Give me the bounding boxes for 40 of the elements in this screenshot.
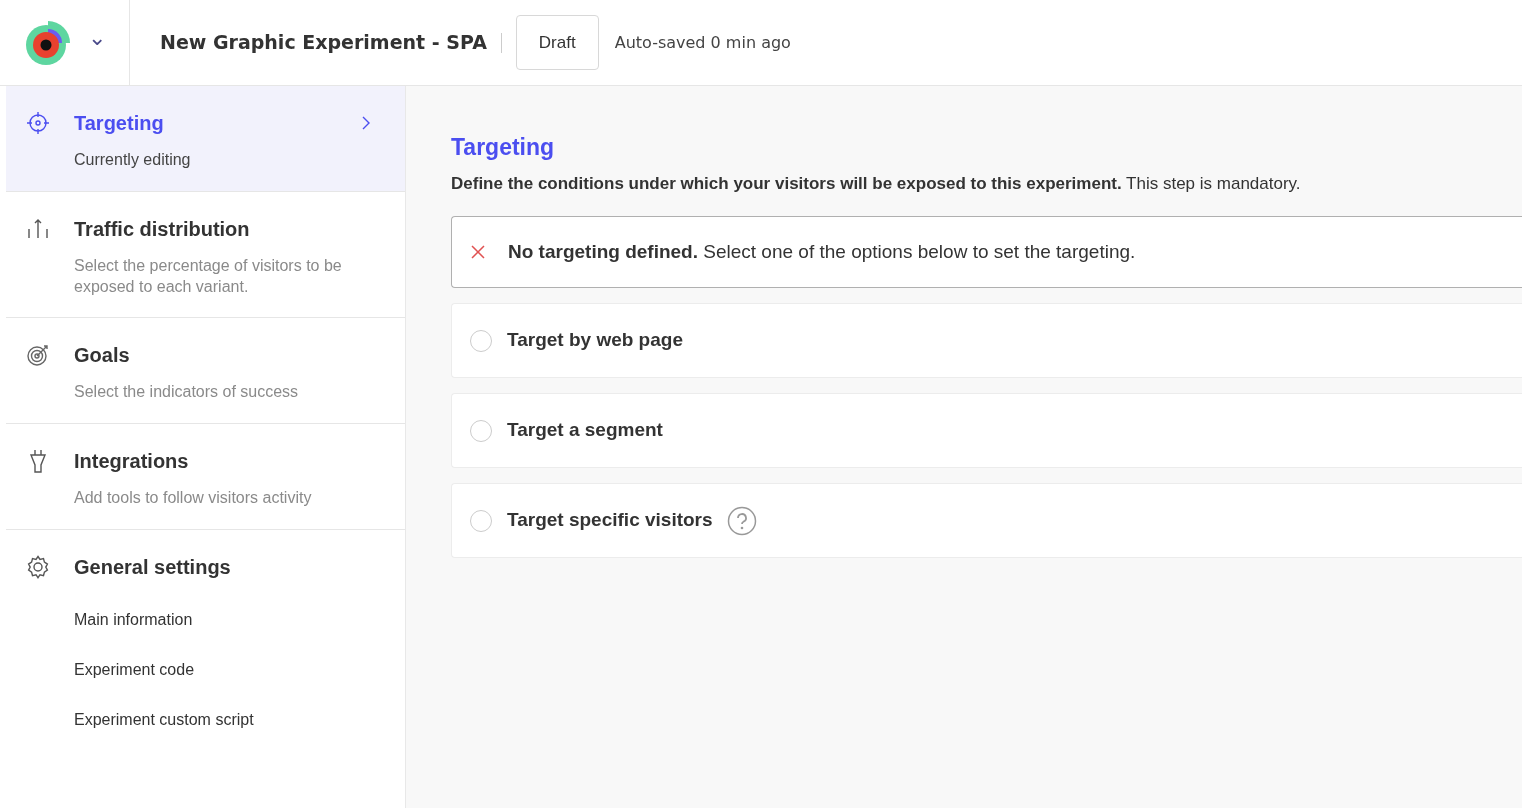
crosshair-icon <box>26 111 50 135</box>
alert-text: No targeting defined. Select one of the options below to set the targeting. <box>508 239 1136 264</box>
section-description: Define the conditions under which your visitors will be exposed to this experiment. This step is mandatory. <box>451 172 1302 195</box>
option-label: Target specific visitors <box>507 508 713 533</box>
step-title: Targeting <box>74 111 165 136</box>
status-badge: Draft <box>515 14 599 71</box>
sidebar-step[interactable]: Integrations Add tools to follow visitors activity <box>6 424 405 530</box>
close-icon <box>470 244 486 260</box>
option-label: Target by web page <box>507 328 683 353</box>
step-title: General settings <box>74 555 232 580</box>
sidebar-subitem[interactable]: Experiment code <box>74 658 365 682</box>
target-icon <box>26 343 50 368</box>
section-heading: Targeting <box>451 133 556 162</box>
radio-button[interactable] <box>470 509 492 532</box>
chevron-right-icon <box>361 115 371 131</box>
sidebar-subitem[interactable]: Main information <box>74 608 365 632</box>
step-title: Traffic distribution <box>74 216 251 242</box>
sidebar-step[interactable]: Traffic distribution Select the percentage of visitors to be exposed to each variant. <box>6 191 405 319</box>
sidebar-step[interactable]: Goals Select the indicators of success <box>6 318 405 425</box>
settings-icon <box>26 555 50 579</box>
step-title: Goals <box>74 343 131 369</box>
experiment-title: New Graphic Experiment - SPA <box>160 30 487 56</box>
targeting-option[interactable]: Target specific visitors <box>451 483 1522 558</box>
sidebar-subitem[interactable]: Experiment custom script <box>74 708 365 732</box>
autosave-text: Auto-saved 0 min ago <box>614 31 791 54</box>
step-description: Currently editing <box>74 150 192 170</box>
dropdown-toggle[interactable]: ⌄ <box>88 26 106 49</box>
targeting-option[interactable]: Target a segment <box>451 393 1522 468</box>
sidebar-step[interactable]: General settings Main information Experiment code Experiment custom script <box>6 530 405 752</box>
targeting-option[interactable]: Target by web page <box>451 303 1522 378</box>
radio-button[interactable] <box>470 329 492 352</box>
step-description: Select the indicators of success <box>74 382 300 403</box>
logo-icon <box>24 18 72 67</box>
help-icon[interactable] <box>726 505 757 536</box>
option-label: Target a segment <box>507 418 663 443</box>
radio-button[interactable] <box>470 419 492 442</box>
step-description: Select the percentage of visitors to be exposed to each variant. <box>74 255 343 297</box>
step-title: Integrations <box>74 449 190 475</box>
sidebar-step[interactable]: Targeting Currently editing <box>6 86 405 192</box>
step-description: Add tools to follow visitors activity <box>74 488 313 509</box>
